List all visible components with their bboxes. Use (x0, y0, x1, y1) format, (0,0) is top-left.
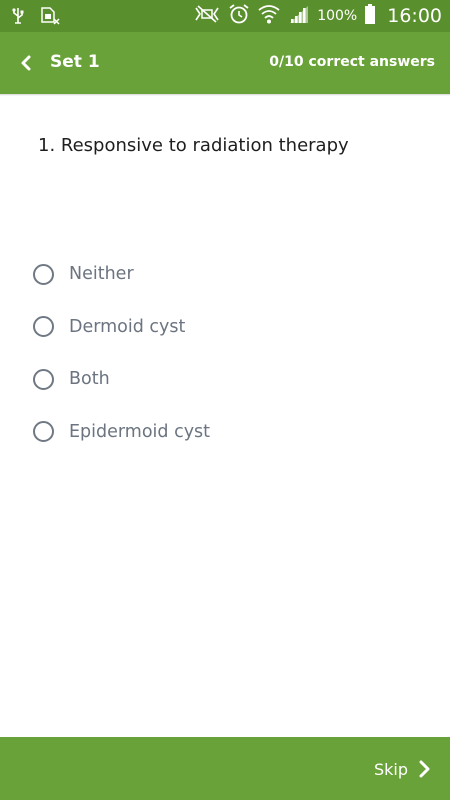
answer-option[interactable]: Neither (33, 259, 210, 289)
mute-icon (193, 4, 221, 28)
battery-icon (364, 3, 376, 29)
battery-percent: 100% (317, 8, 358, 24)
score-counter: 0/10 correct answers (269, 54, 435, 70)
status-bar: 100% 16:00 (0, 0, 450, 32)
answer-option[interactable]: Epidermoid cyst (33, 417, 210, 447)
status-time: 16:00 (387, 5, 442, 27)
chevron-right-icon (419, 760, 430, 778)
option-label: Both (69, 369, 110, 389)
option-label: Neither (69, 264, 134, 284)
sim-error-icon (40, 6, 60, 30)
skip-label: Skip (373, 759, 408, 779)
radio-button[interactable] (33, 316, 54, 337)
skip-button[interactable]: Skip (374, 755, 432, 783)
answer-option[interactable]: Dermoid cyst (33, 312, 210, 342)
radio-button[interactable] (33, 421, 54, 442)
set-title: Set 1 (50, 52, 100, 72)
radio-button[interactable] (33, 263, 54, 285)
back-button[interactable] (14, 50, 40, 76)
app-bar-shadow (0, 94, 450, 96)
option-label: Epidermoid cyst (69, 421, 211, 442)
wifi-icon (257, 3, 281, 29)
usb-icon (10, 7, 26, 29)
question-text: 1. Responsive to radiation therapy (38, 135, 349, 156)
answer-option[interactable]: Both (33, 364, 210, 394)
option-label: Dermoid cyst (69, 316, 186, 337)
answer-options: Neither Dermoid cyst Both Epidermoid cys… (33, 259, 210, 469)
status-left-icons (10, 6, 60, 30)
status-right-icons: 100% 16:00 (193, 0, 442, 32)
chevron-left-icon (21, 55, 31, 71)
alarm-icon (228, 3, 250, 29)
signal-icon (288, 4, 310, 28)
app-bar: Set 1 0/10 correct answers (0, 32, 450, 94)
radio-button[interactable] (33, 368, 54, 390)
bottom-bar: Skip (0, 737, 450, 800)
